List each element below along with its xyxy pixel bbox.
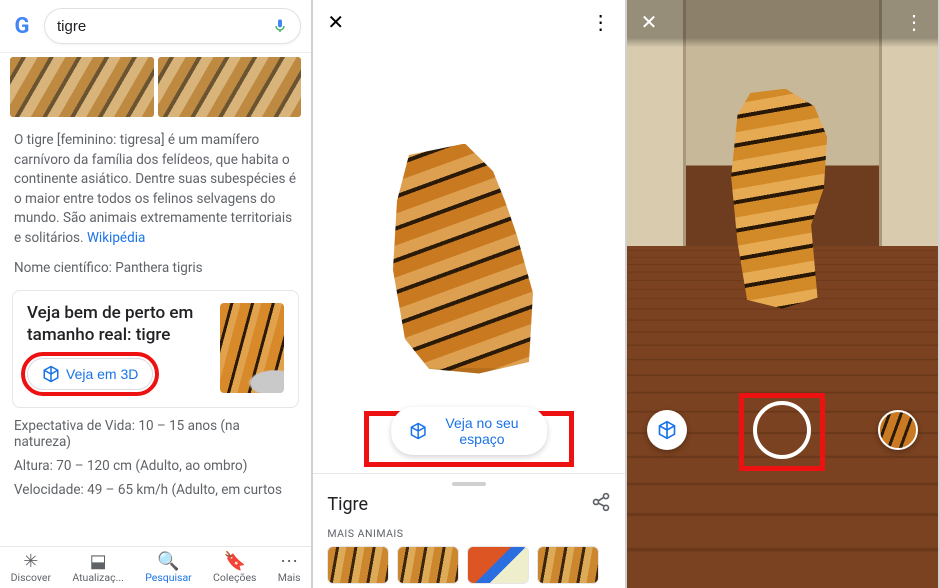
image-thumb[interactable] <box>10 57 154 117</box>
search-field-wrap[interactable] <box>44 8 301 44</box>
view-in-3d-button[interactable]: Veja em 3D <box>27 358 153 390</box>
bookmark-icon: 🔖 <box>224 553 246 571</box>
view-in-your-space-button[interactable]: Veja no seu espaço <box>391 407 547 455</box>
nav-collections[interactable]: 🔖 Coleções <box>213 553 256 584</box>
image-thumb[interactable] <box>158 57 302 117</box>
sci-name-label: Nome científico: <box>14 260 112 276</box>
drag-handle-icon[interactable] <box>452 482 486 486</box>
nav-label: Mais <box>278 571 301 584</box>
bottom-nav: ✳ Discover ⬓ Atualizaç... 🔍 Pesquisar 🔖 … <box>0 546 311 588</box>
fact-value: 70 – 120 cm (Adulto, ao ombro) <box>56 458 247 474</box>
card-text: Veja bem de perto em tamanho real: tigre <box>27 303 212 346</box>
fact-row: Expectativa de Vida: 10 – 15 anos (na na… <box>0 414 311 454</box>
bottom-sheet[interactable]: Tigre MAIS ANIMAIS <box>313 473 624 588</box>
cube-3d-icon <box>409 422 427 440</box>
button-label: Veja em 3D <box>66 366 138 382</box>
search-bar: G <box>0 0 311 53</box>
close-icon[interactable]: ✕ <box>641 12 658 32</box>
animal-chip[interactable] <box>467 546 529 584</box>
cube-3d-icon <box>42 365 60 383</box>
panel-ar-view: ✕ ⋮ Tigre MAIS ANIMAIS <box>627 0 940 588</box>
tray-icon: ⬓ <box>90 553 107 571</box>
ar-camera-view[interactable]: ✕ ⋮ <box>627 0 938 473</box>
more-animals-label: MAIS ANIMAIS <box>327 527 610 540</box>
nav-discover[interactable]: ✳ Discover <box>11 553 51 584</box>
view-3d-card: Veja bem de perto em tamanho real: tigre… <box>12 290 299 408</box>
animal-chip[interactable] <box>327 546 389 584</box>
toggle-3d-button[interactable] <box>647 410 687 450</box>
more-vert-icon[interactable]: ⋮ <box>904 12 924 32</box>
tiger-3d-canvas[interactable]: Veja no seu espaço <box>313 44 624 473</box>
panel-search-results: G O tigre [feminino: tigresa] é um mamíf… <box>0 0 313 588</box>
last-capture-thumb[interactable] <box>878 410 918 450</box>
more-horiz-icon: ⋯ <box>280 553 298 571</box>
fact-value: 49 – 65 km/h (Adulto, em curtos <box>87 482 282 498</box>
animal-chip[interactable] <box>397 546 459 584</box>
image-thumbs <box>0 53 311 121</box>
animal-chips <box>327 546 610 584</box>
tiger-thumbnail <box>220 303 285 393</box>
nav-label: Coleções <box>213 571 256 584</box>
search-input[interactable] <box>57 18 272 35</box>
google-logo-icon: G <box>10 14 34 38</box>
sci-name-value: Panthera tigris <box>115 260 202 276</box>
fact-key: Velocidade: <box>14 482 84 498</box>
ar-controls <box>627 401 938 459</box>
button-label: Veja no seu espaço <box>435 415 529 447</box>
fact-row: Velocidade: 49 – 65 km/h (Adulto, em cur… <box>0 478 311 502</box>
nav-label: Discover <box>11 571 51 584</box>
nav-label: Pesquisar <box>145 571 192 584</box>
nav-updates[interactable]: ⬓ Atualizaç... <box>72 553 124 584</box>
sheet-title: Tigre <box>327 494 368 515</box>
nav-more[interactable]: ⋯ Mais <box>278 553 301 584</box>
fact-key: Expectativa de Vida: <box>14 418 135 434</box>
knowledge-description: O tigre [feminino: tigresa] é um mamífer… <box>0 121 311 258</box>
fact-row: Altura: 70 – 120 cm (Adulto, ao ombro) <box>0 454 311 478</box>
sheet-title-row: Tigre <box>327 492 610 517</box>
fact-key: Altura: <box>14 458 53 474</box>
spark-icon: ✳ <box>23 553 38 571</box>
mic-icon[interactable] <box>272 18 288 34</box>
shutter-button[interactable] <box>753 401 811 459</box>
close-icon[interactable]: ✕ <box>327 12 344 32</box>
animal-chip[interactable] <box>537 546 599 584</box>
ar-topbar: ✕ ⋮ <box>627 0 938 44</box>
tiger-3d-model <box>369 144 569 374</box>
viewer-topbar: ✕ ⋮ <box>313 0 624 44</box>
scientific-name-row: Nome científico: Panthera tigris <box>0 258 311 284</box>
search-icon: 🔍 <box>157 553 179 571</box>
wikipedia-link[interactable]: Wikipédia <box>87 230 145 246</box>
panel-3d-viewer: ✕ ⋮ Veja no seu espaço Tigre MAIS ANIMAI… <box>313 0 626 588</box>
nav-label: Atualizaç... <box>72 571 124 584</box>
nav-search[interactable]: 🔍 Pesquisar <box>145 553 192 584</box>
share-icon[interactable] <box>591 492 611 517</box>
description-text: O tigre [feminino: tigresa] é um mamífer… <box>14 132 296 246</box>
more-vert-icon[interactable]: ⋮ <box>591 12 611 32</box>
